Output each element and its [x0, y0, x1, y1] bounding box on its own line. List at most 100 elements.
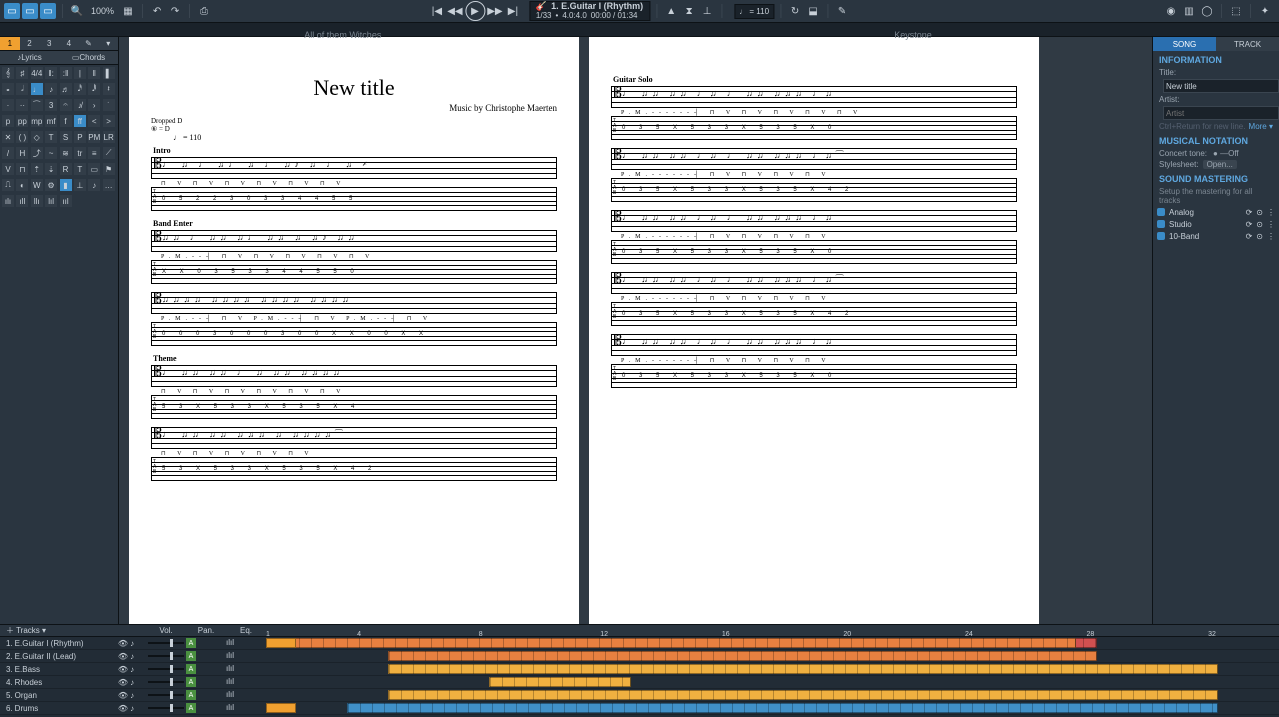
volume-slider[interactable] — [146, 638, 186, 648]
track-row[interactable]: 6. Drums 👁 ♪ A ılıl — [0, 702, 1279, 715]
automation-icon[interactable]: A — [186, 677, 196, 687]
ghost-note-icon[interactable]: ( ) — [16, 131, 28, 143]
tracks-dropdown-icon[interactable]: ▾ — [42, 626, 46, 635]
sixteenth-note-icon[interactable]: ♬ — [60, 83, 72, 95]
clip-lane[interactable] — [266, 664, 1279, 675]
half-note-icon[interactable]: 𝅗𝅥 — [16, 83, 28, 95]
automation-icon[interactable]: A — [186, 690, 196, 700]
tab-staff[interactable]: TAB 0 5 2 2 3 0 3 3 4 4 5 5 — [151, 187, 557, 211]
palette-tab-1[interactable]: 1 — [0, 37, 20, 50]
mastering-item[interactable]: Studio ⟳⊙⋮ — [1153, 218, 1279, 230]
tab-staff[interactable]: TAB 5 3 X 5 3 3 X 5 3 5 X 4 — [151, 395, 557, 419]
pan-slider[interactable]: A — [186, 638, 226, 648]
tab-staff[interactable]: TAB 0 3 5 X 5 3 3 X 5 3 5 X 0 — [611, 116, 1017, 140]
ff-icon[interactable]: ff — [74, 115, 86, 127]
visibility-icon[interactable]: 👁 — [118, 652, 128, 661]
palette-tab-3[interactable]: 3 — [39, 37, 59, 50]
pan-auto-icon[interactable]: ◐ — [16, 179, 28, 191]
time-sig-icon[interactable]: 4/4 — [31, 67, 43, 79]
visibility-icon[interactable]: 👁 — [118, 678, 128, 687]
graph-4-icon[interactable]: lıl — [45, 195, 57, 207]
end-bar-icon[interactable]: ▌ — [103, 67, 115, 79]
eq-slider[interactable]: ılıl — [226, 664, 266, 674]
clip[interactable] — [388, 690, 1219, 700]
repeat-close-icon[interactable]: :‖ — [60, 67, 72, 79]
clip[interactable] — [347, 703, 1218, 713]
clef-icon[interactable]: 𝄞 — [2, 67, 14, 79]
forward-icon[interactable]: ▶▶ — [487, 3, 503, 19]
automation-icon[interactable]: A — [186, 664, 196, 674]
fretboard-icon[interactable]: ◉ — [1163, 3, 1179, 19]
marker-icon[interactable]: ⚑ — [103, 163, 115, 175]
harmonic-icon[interactable]: ◇ — [31, 131, 43, 143]
tab-staff[interactable]: TAB 0 3 5 X 5 3 3 X 5 3 5 X 4 2 — [611, 302, 1017, 326]
graph-2-icon[interactable]: ıll — [16, 195, 28, 207]
staff[interactable]: 𝄡 ♩ ♫♫ ♫♫ ♩♫ ♩ ♫♫ ♫♫♫ ♩♫ — [611, 86, 1017, 108]
tab-staff[interactable]: TAB 0 3 5 X 5 3 3 X 5 3 5 X 4 2 — [611, 178, 1017, 202]
pan-slider[interactable]: A — [186, 690, 226, 700]
toggle-icon[interactable] — [1157, 208, 1165, 216]
staff[interactable]: 𝄡 ♫♫ ♩ ♫♫ ♫♩ ♫♫ ♫ ♫♪ ♫♫ — [151, 230, 557, 252]
volume-slider[interactable] — [146, 664, 186, 674]
tap-icon[interactable]: T — [45, 131, 57, 143]
mastering-item[interactable]: 10-Band ⟳⊙⋮ — [1153, 230, 1279, 242]
go-start-icon[interactable]: |◀ — [429, 3, 445, 19]
let-ring-icon[interactable]: LR — [103, 131, 115, 143]
clip-lane[interactable] — [266, 638, 1279, 649]
track-row[interactable]: 1. E.Guitar I (Rhythm) 👁 ♪ A ılıl — [0, 637, 1279, 650]
vol-auto-icon[interactable]: ⎍ — [2, 179, 14, 191]
add-track-icon[interactable]: ＋ — [6, 626, 14, 635]
pop-icon[interactable]: P — [74, 131, 86, 143]
clip-lane[interactable] — [266, 677, 1279, 688]
tab-song[interactable]: Song — [1153, 37, 1216, 51]
loop-icon[interactable]: ↻ — [787, 3, 803, 19]
eq-icon[interactable]: ılıl — [226, 651, 234, 660]
lyrics-toggle[interactable]: ♪ Lyrics — [0, 51, 59, 64]
cresc-icon[interactable]: < — [88, 115, 100, 127]
pan-slider[interactable]: A — [186, 651, 226, 661]
toggle-icon[interactable] — [1157, 220, 1165, 228]
visibility-icon[interactable]: 👁 — [118, 704, 128, 713]
misc-icon[interactable]: … — [103, 179, 115, 191]
eq-slider[interactable]: ılıl — [226, 651, 266, 661]
search-icon[interactable]: 🔍 — [69, 3, 85, 19]
clip-lane[interactable] — [266, 690, 1279, 701]
staff[interactable]: 𝄡 ♩ ♫♫ ♫♫ ♩♫ ♩ ♫♫ ♫♫♫ ♩♫ — [611, 334, 1017, 356]
eq-slider[interactable]: ılıl — [226, 638, 266, 648]
grace-note-icon[interactable]: ♪̸ — [74, 99, 86, 111]
mf-icon[interactable]: mf — [45, 115, 57, 127]
double-bar-icon[interactable]: ‖ — [88, 67, 100, 79]
decresc-icon[interactable]: > — [103, 115, 115, 127]
staff[interactable]: 𝄡 ♩ ♫♫ ♫♫ ♩ ♫ ♫♫ ♫♫♫♫ — [151, 365, 557, 387]
eighth-note-icon[interactable]: ♪ — [45, 83, 57, 95]
tool-icon[interactable]: ✎ — [834, 3, 850, 19]
zoom-level[interactable]: 100% — [87, 6, 118, 16]
staff[interactable]: 𝄡 ♩ ♫♫ ♫♫ ♩♫ ♩ ♫♫ ♫♫♫ ♩♫⁀ — [611, 148, 1017, 170]
speed-icon[interactable]: ⬓ — [805, 3, 821, 19]
arpeggio-down-icon[interactable]: ⇣ — [45, 163, 57, 175]
pan-slider[interactable]: A — [186, 677, 226, 687]
clip[interactable] — [388, 664, 1219, 674]
graph-5-icon[interactable]: ııl — [60, 195, 72, 207]
dot-icon[interactable]: · — [2, 99, 14, 111]
vibrato-icon[interactable]: ~ — [45, 147, 57, 159]
title-input[interactable] — [1163, 79, 1279, 93]
tracks-label[interactable]: Tracks — [16, 626, 40, 635]
pan-slider[interactable]: A — [186, 703, 226, 713]
volume-slider[interactable] — [146, 677, 186, 687]
eq-slider[interactable]: ılıl — [226, 677, 266, 687]
downstroke-icon[interactable]: ⊓ — [16, 163, 28, 175]
upstroke-icon[interactable]: V — [2, 163, 14, 175]
artist-input[interactable] — [1163, 106, 1279, 120]
eq-icon[interactable]: ılıl — [226, 703, 234, 712]
tab-staff[interactable]: TAB 0 3 5 X 5 3 3 X 5 3 5 X 0 — [611, 364, 1017, 388]
palette-tab-4[interactable]: 4 — [59, 37, 79, 50]
open-stylesheet-button[interactable]: Open... — [1203, 160, 1237, 169]
go-end-icon[interactable]: ▶| — [505, 3, 521, 19]
eq-icon[interactable]: ılıl — [226, 664, 234, 673]
clip-lane[interactable] — [266, 651, 1279, 662]
settings-icon[interactable]: ✦ — [1257, 3, 1273, 19]
wah-icon[interactable]: W — [31, 179, 43, 191]
sound-icon[interactable]: ♪ — [130, 691, 134, 700]
sound-icon[interactable]: ♪ — [130, 678, 134, 687]
